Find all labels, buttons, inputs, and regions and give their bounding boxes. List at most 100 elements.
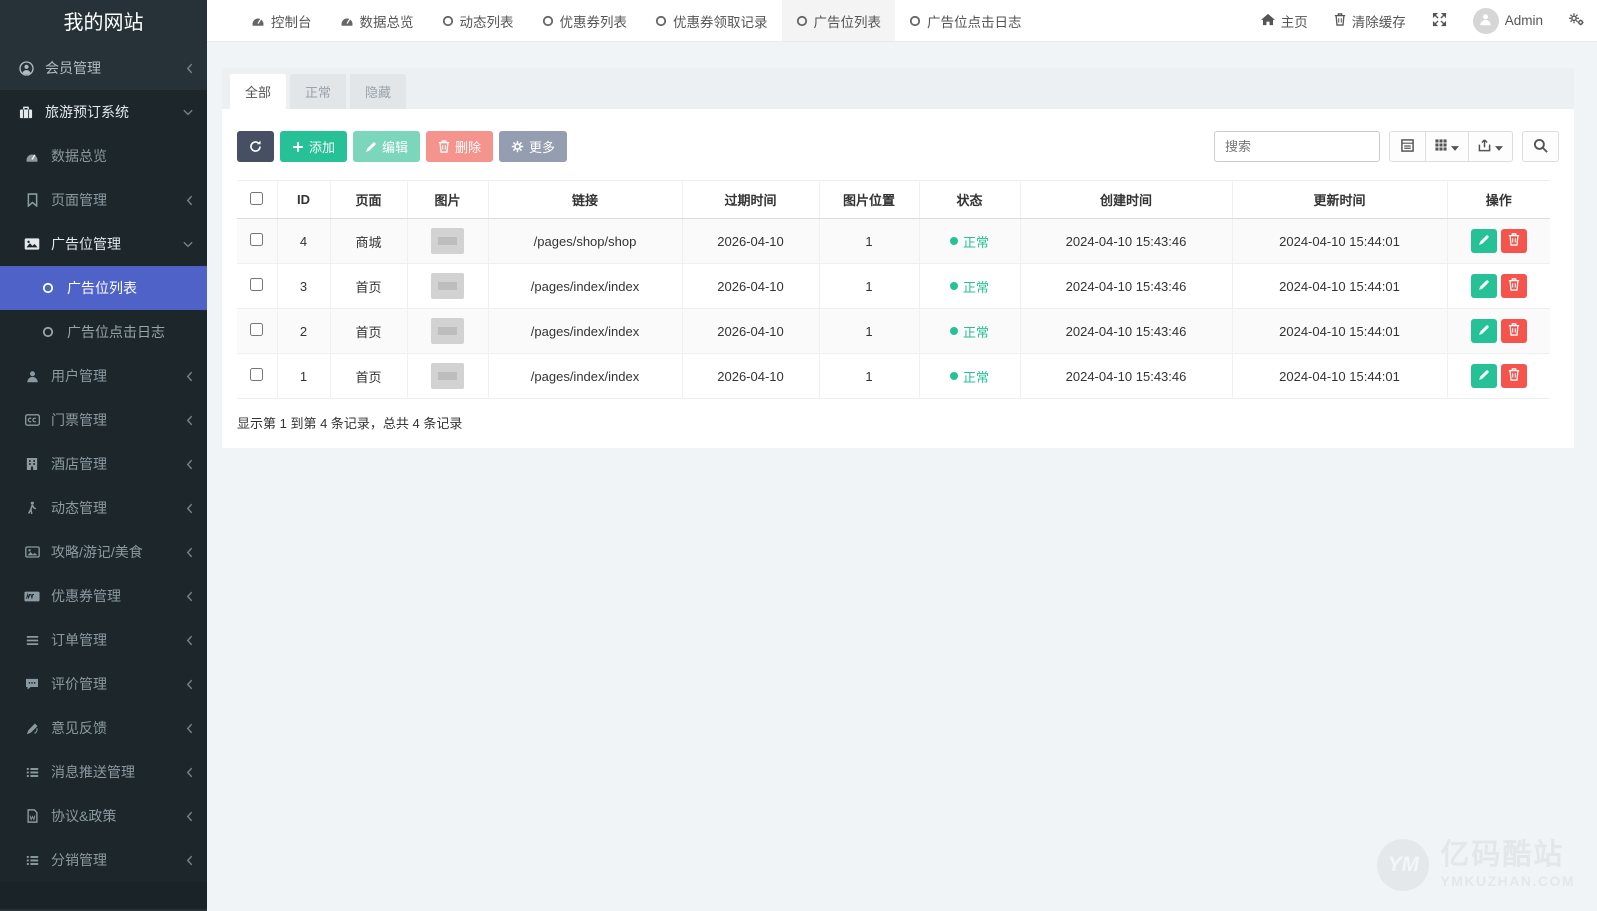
topnav-tab-console[interactable]: 控制台: [237, 0, 326, 41]
user-menu[interactable]: Admin: [1460, 0, 1556, 41]
sidebar-item-page-manage[interactable]: 页面管理: [0, 178, 207, 222]
chevron-left-icon: [186, 811, 193, 822]
home-link[interactable]: 主页: [1248, 0, 1321, 41]
sidebar-item-ticket-manage[interactable]: 门票管理: [0, 398, 207, 442]
broken-image-thumb[interactable]: [431, 363, 464, 389]
circle-icon: [36, 282, 60, 294]
image-cell: [407, 309, 488, 354]
search-button[interactable]: [1522, 131, 1559, 162]
row-delete-button[interactable]: [1501, 229, 1527, 253]
column-header[interactable]: 过期时间: [682, 181, 819, 219]
row-checkbox[interactable]: [250, 278, 263, 291]
row-edit-button[interactable]: [1471, 364, 1497, 388]
sidebar-item-guide-manage[interactable]: 攻略/游记/美食: [0, 530, 207, 574]
sidebar-item-hotel-manage[interactable]: 酒店管理: [0, 442, 207, 486]
delete-button[interactable]: 删除: [426, 131, 493, 162]
user-icon: [1479, 13, 1492, 29]
columns-dropdown-button[interactable]: [1426, 131, 1469, 162]
sidebar-item-distribution-manage[interactable]: 分销管理: [0, 838, 207, 882]
sidebar-item-label: 广告位管理: [51, 234, 121, 254]
column-header[interactable]: 链接: [488, 181, 682, 219]
broken-image-thumb[interactable]: [431, 273, 464, 299]
sidebar-item-label: 页面管理: [51, 190, 107, 210]
settings-button[interactable]: [1556, 0, 1597, 41]
detail-view-button[interactable]: [1389, 131, 1426, 162]
page-cell: 商城: [330, 219, 407, 264]
sidebar-item-review-manage[interactable]: 评价管理: [0, 662, 207, 706]
filter-tab-hidden[interactable]: 隐藏: [350, 74, 406, 109]
refresh-button[interactable]: [237, 131, 274, 162]
search-input[interactable]: [1214, 131, 1380, 162]
row-checkbox[interactable]: [250, 233, 263, 246]
clear-cache-button[interactable]: 清除缓存: [1321, 0, 1419, 41]
sidebar-toggle-button[interactable]: [207, 0, 237, 41]
edit-button[interactable]: 编辑: [353, 131, 420, 162]
row-checkbox[interactable]: [250, 368, 263, 381]
row-select-cell: [237, 354, 277, 399]
add-button[interactable]: 添加: [280, 131, 347, 162]
status-label: 正常: [963, 277, 989, 296]
column-header[interactable]: 图片位置: [819, 181, 919, 219]
sidebar-item-agreement-policy[interactable]: 协议&政策: [0, 794, 207, 838]
chevron-left-icon: [186, 503, 193, 514]
broken-image-thumb[interactable]: [431, 228, 464, 254]
position-cell: 1: [819, 219, 919, 264]
sidebar-item-ad-slot-click-log[interactable]: 广告位点击日志: [0, 310, 207, 354]
filter-tab-normal[interactable]: 正常: [290, 74, 346, 109]
topnav-tab-ad-slot-list[interactable]: 广告位列表: [782, 0, 896, 41]
chevron-left-icon: [186, 459, 193, 470]
topnav-tab-coupon-claim-log[interactable]: 优惠券领取记录: [641, 0, 782, 41]
column-header[interactable]: 图片: [407, 181, 488, 219]
walk-icon: [20, 501, 44, 515]
status-cell: 正常: [919, 309, 1020, 354]
gauge-icon: [251, 14, 265, 27]
sidebar-item-message-push-manage[interactable]: 消息推送管理: [0, 750, 207, 794]
column-header[interactable]: 创建时间: [1020, 181, 1232, 219]
gear-icon: [511, 140, 524, 153]
topnav-tab-coupon-list[interactable]: 优惠券列表: [528, 0, 642, 41]
row-delete-button[interactable]: [1501, 274, 1527, 298]
expire-cell: 2026-04-10: [682, 309, 819, 354]
sidebar-item-data-overview[interactable]: 数据总览: [0, 134, 207, 178]
column-header[interactable]: 状态: [919, 181, 1020, 219]
id-cell: 1: [277, 354, 330, 399]
sidebar-item-label: 攻略/游记/美食: [51, 542, 143, 562]
chevron-left-icon: [186, 547, 193, 558]
topnav-tab-activity-list[interactable]: 动态列表: [428, 0, 528, 41]
column-header[interactable]: ID: [277, 181, 330, 219]
export-icon: [1478, 139, 1491, 155]
sidebar-item-coupon-manage[interactable]: 优惠券管理: [0, 574, 207, 618]
sidebar-item-member-manage[interactable]: 会员管理: [0, 46, 207, 90]
row-edit-button[interactable]: [1471, 229, 1497, 253]
sidebar-item-ad-slot-list[interactable]: 广告位列表: [0, 266, 207, 310]
more-button[interactable]: 更多: [499, 131, 567, 162]
sidebar-item-user-manage[interactable]: 用户管理: [0, 354, 207, 398]
filter-tab-all[interactable]: 全部: [230, 74, 286, 109]
sidebar-item-activity-manage[interactable]: 动态管理: [0, 486, 207, 530]
row-delete-button[interactable]: [1501, 364, 1527, 388]
sidebar-item-feedback[interactable]: 意见反馈: [0, 706, 207, 750]
column-header[interactable]: 更新时间: [1232, 181, 1447, 219]
topnav-tab-ad-slot-click-log[interactable]: 广告位点击日志: [895, 0, 1036, 41]
row-select-cell: [237, 219, 277, 264]
column-header[interactable]: 页面: [330, 181, 407, 219]
topnav-tab-data-overview[interactable]: 数据总览: [326, 0, 428, 41]
content-panel: 全部正常隐藏 添加编辑删除更多 ID页面图片链接过期时间图片位置状态创建时间更新…: [222, 68, 1574, 448]
watermark-logo-icon: YM: [1377, 839, 1429, 891]
column-header[interactable]: 操作: [1447, 181, 1550, 219]
row-delete-button[interactable]: [1501, 319, 1527, 343]
fullscreen-button[interactable]: [1419, 0, 1460, 41]
sidebar-item-order-manage[interactable]: 订单管理: [0, 618, 207, 662]
status-badge: 正常: [950, 232, 989, 251]
row-edit-button[interactable]: [1471, 274, 1497, 298]
row-edit-button[interactable]: [1471, 319, 1497, 343]
id-cell: 4: [277, 219, 330, 264]
row-checkbox[interactable]: [250, 323, 263, 336]
select-all-header[interactable]: [237, 181, 277, 219]
sidebar-item-travel-booking-system[interactable]: 旅游预订系统: [0, 90, 207, 134]
sidebar-item-ad-slot-manage[interactable]: 广告位管理: [0, 222, 207, 266]
broken-image-thumb[interactable]: [431, 318, 464, 344]
select-all-checkbox[interactable]: [250, 192, 263, 205]
actions-cell: [1447, 309, 1550, 354]
export-dropdown-button[interactable]: [1469, 131, 1513, 162]
